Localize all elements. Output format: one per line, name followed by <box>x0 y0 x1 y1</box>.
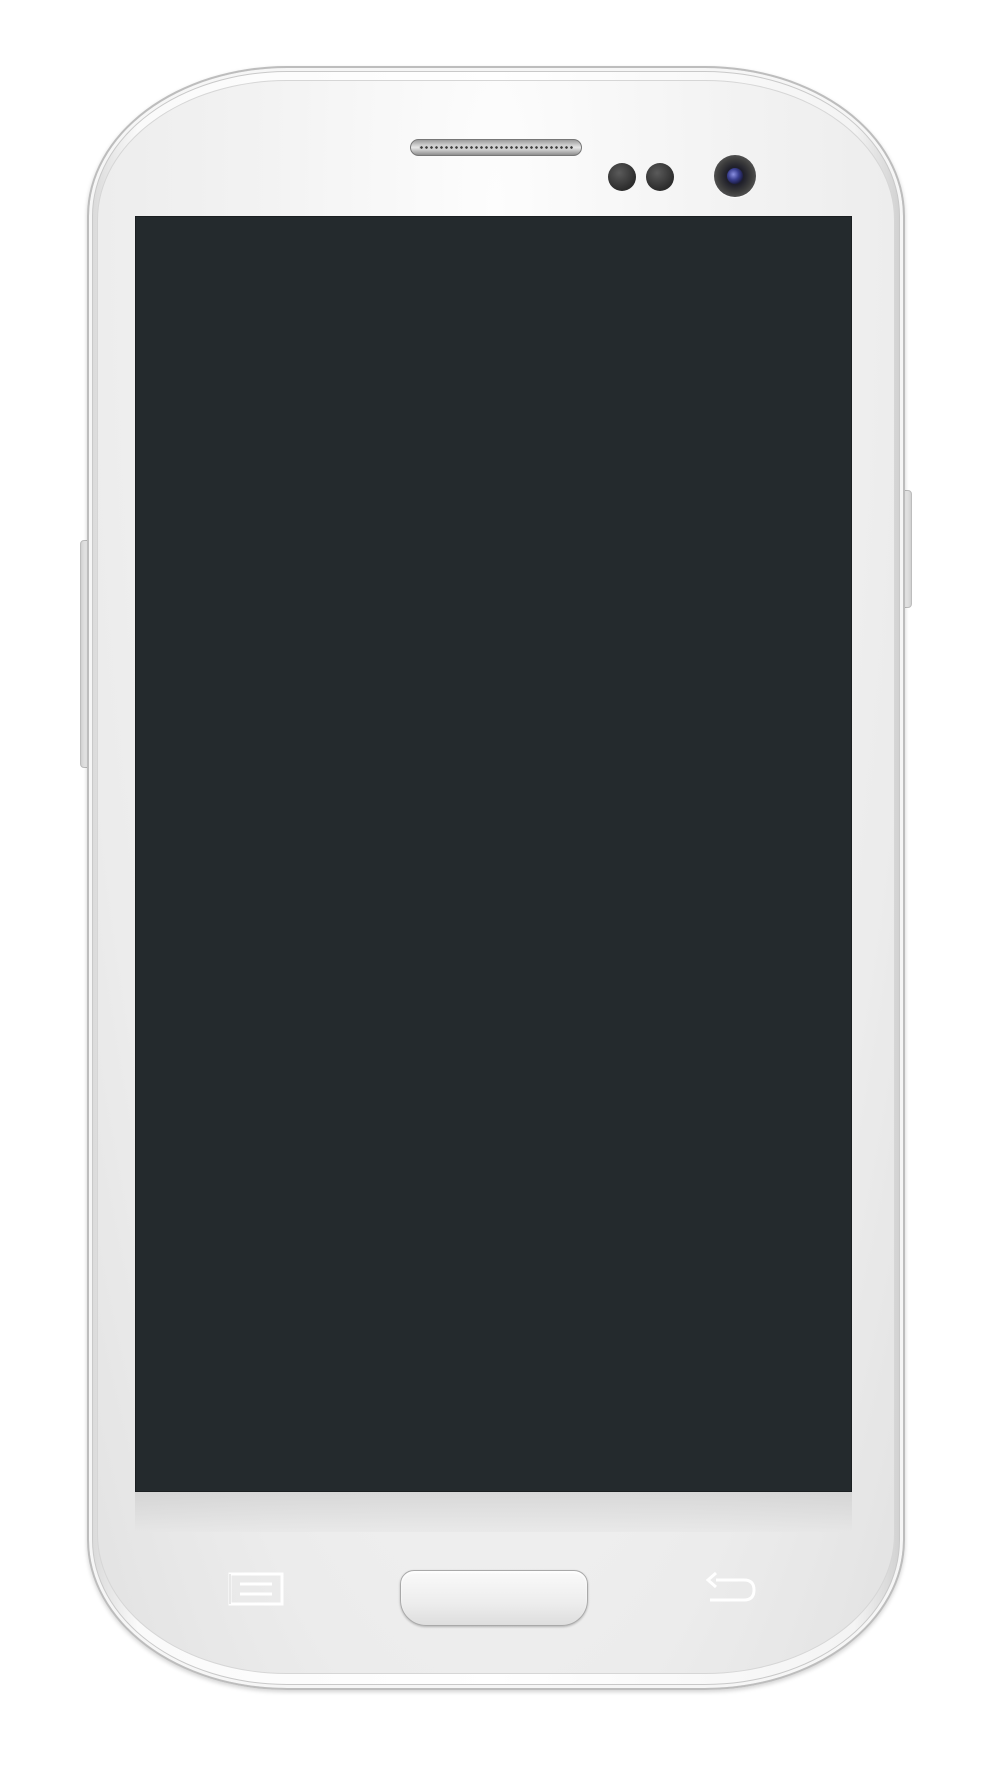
home-button[interactable] <box>400 1570 588 1626</box>
front-camera-icon <box>714 155 756 197</box>
back-arrow-icon[interactable] <box>704 1570 760 1606</box>
light-sensor-icon <box>646 163 674 191</box>
phone-screen[interactable] <box>135 216 852 1492</box>
proximity-sensor-icon <box>608 163 636 191</box>
bottom-bezel <box>135 1492 852 1532</box>
power-button[interactable] <box>904 490 912 608</box>
speaker-grill <box>419 145 573 150</box>
menu-key-icon[interactable] <box>228 1572 284 1606</box>
camera-lens <box>727 168 743 184</box>
earpiece-speaker-icon <box>410 139 582 156</box>
phone-mockup-page <box>0 0 990 1770</box>
